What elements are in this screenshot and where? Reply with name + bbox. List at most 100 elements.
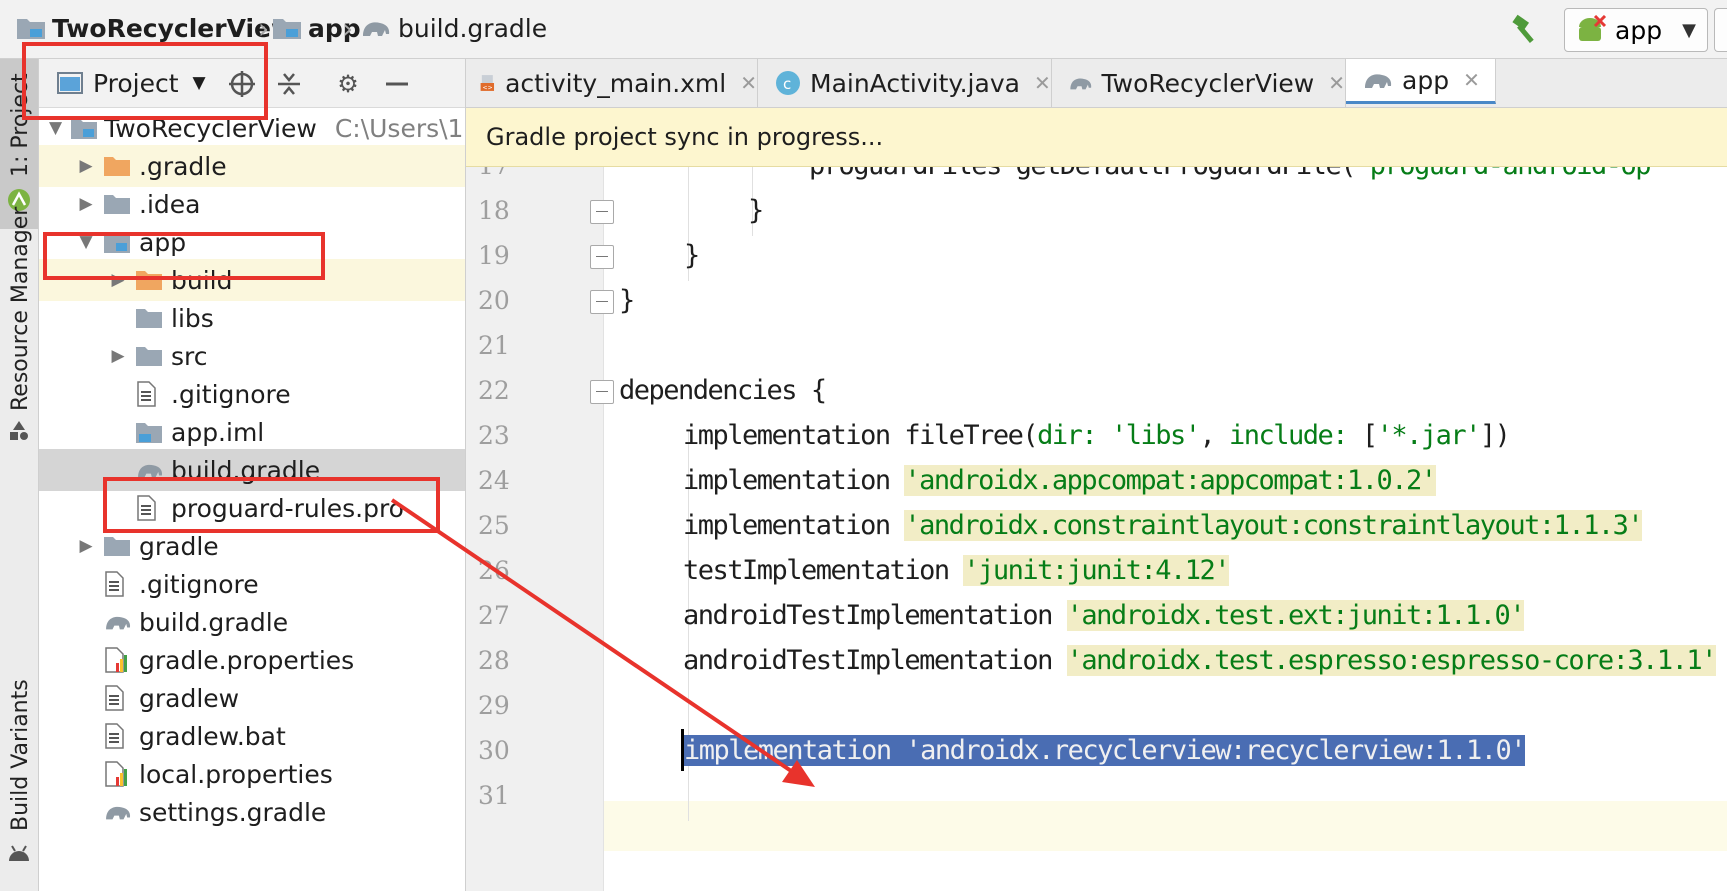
close-icon[interactable]: ✕	[1463, 68, 1480, 92]
code-text: ])	[1479, 419, 1511, 451]
folder-icon	[103, 532, 133, 560]
collapse-all-icon[interactable]	[276, 71, 302, 97]
tab-label: MainActivity.java	[810, 68, 1020, 98]
tab-label: TwoRecyclerView	[1101, 68, 1315, 98]
tree-item-label: local.properties	[139, 759, 333, 789]
svg-text:<>: <>	[482, 85, 492, 92]
fold-marker-icon[interactable]	[590, 200, 614, 224]
resource-manager-icon	[10, 421, 28, 440]
collapsed-arrow-icon[interactable]: ▶	[77, 536, 95, 556]
hide-panel-icon[interactable]	[384, 71, 410, 97]
breadcrumb-file[interactable]: build.gradle	[360, 8, 547, 48]
tree-item-label: build.gradle	[139, 607, 289, 637]
code-text: }	[619, 284, 635, 316]
gradle-elephant-icon	[1365, 74, 1392, 88]
fold-marker-icon[interactable]	[590, 380, 614, 404]
resource-manager-tab[interactable]: Resource Manager	[8, 207, 33, 411]
annotation-box-build-gradle	[103, 477, 440, 533]
code-line-28: androidTestImplementation 'androidx.test…	[683, 635, 1717, 685]
code-text: implementation	[683, 464, 891, 496]
code-line-19: }	[684, 230, 700, 280]
run-configuration-label: app	[1615, 15, 1663, 45]
device-selector-edge[interactable]	[1714, 8, 1727, 52]
tab-main-activity-java[interactable]: c MainActivity.java ✕	[758, 59, 1052, 107]
tree-item-label: gradlew	[139, 683, 240, 713]
code-text: androidTestImplementation	[683, 644, 1053, 676]
code-text: ,	[1199, 419, 1215, 451]
code-text: androidTestImplementation	[683, 599, 1053, 631]
xml-file-icon: <>	[480, 75, 495, 92]
line-number: 21	[478, 330, 510, 360]
code-line-22: dependencies {	[619, 365, 827, 415]
gradle-sync-message: Gradle project sync in progress...	[486, 123, 884, 151]
text-file-icon	[135, 380, 165, 408]
code-string: 'proguard-android-op	[1355, 166, 1652, 181]
collapsed-arrow-icon[interactable]: ▶	[77, 156, 95, 176]
tree-item-label: app.iml	[171, 417, 265, 447]
code-text: }	[748, 194, 764, 226]
tree-item-src-dir[interactable]: ▶ src	[39, 335, 465, 377]
selected-code-text: implementation 'androidx.recyclerview:re…	[684, 734, 1527, 766]
tab-app-build-gradle[interactable]: app ✕	[1346, 59, 1496, 104]
tree-item-gradle-dir[interactable]: ▶ .gradle	[39, 145, 465, 187]
line-number: 22	[478, 375, 510, 405]
fold-marker-icon[interactable]	[590, 290, 614, 314]
close-icon[interactable]: ✕	[1034, 71, 1051, 95]
tree-item-libs-dir[interactable]: libs	[39, 297, 465, 339]
line-number: 24	[478, 465, 510, 495]
code-text: testImplementation	[683, 554, 950, 586]
tab-project-build-gradle[interactable]: TwoRecyclerView ✕	[1052, 59, 1346, 107]
module-folder-icon	[273, 19, 301, 39]
build-variants-tab[interactable]: Build Variants	[8, 679, 33, 831]
annotation-box-app-module	[43, 232, 325, 280]
tree-item-label: .gitignore	[139, 569, 259, 599]
tree-item-gradlew-bat[interactable]: gradlew.bat	[39, 715, 465, 757]
code-editor[interactable]: 17 18 19 20 21 22 23 24 25 26 27 28 29 3…	[466, 166, 1727, 891]
settings-gear-icon[interactable]: ⚙	[335, 70, 361, 98]
tree-item-local-properties[interactable]: local.properties	[39, 753, 465, 795]
code-line-25: implementation 'androidx.constraintlayou…	[683, 500, 1644, 550]
line-number: 23	[478, 420, 510, 450]
make-project-hammer-icon[interactable]	[1508, 12, 1544, 48]
project-path: C:\Users\12	[334, 113, 466, 143]
collapsed-arrow-icon[interactable]: ▶	[109, 346, 127, 366]
tree-item-root-build-gradle[interactable]: build.gradle	[39, 601, 465, 643]
fold-marker-icon[interactable]	[590, 245, 614, 269]
line-number: 31	[478, 780, 510, 810]
code-string: 'androidx.test.ext:junit:1.1.0'	[1066, 599, 1526, 631]
android-app-icon	[1579, 15, 1607, 41]
editor-tab-bar: <> activity_main.xml ✕ c MainActivity.ja…	[466, 59, 1727, 108]
tree-item-app-iml[interactable]: app.iml	[39, 411, 465, 453]
current-line-highlight	[604, 801, 1727, 851]
build-variants-android-icon	[9, 845, 29, 861]
tab-label: activity_main.xml	[505, 68, 727, 98]
code-line-18: }	[748, 185, 764, 235]
folder-icon	[103, 190, 133, 218]
tree-item-settings-gradle[interactable]: settings.gradle	[39, 791, 465, 833]
code-string: 'androidx.test.espresso:espresso-core:3.…	[1066, 644, 1717, 676]
close-icon[interactable]: ✕	[1328, 71, 1345, 95]
close-icon[interactable]: ✕	[740, 71, 757, 95]
tree-item-label: .gitignore	[171, 379, 291, 409]
line-number: 28	[478, 645, 510, 675]
tree-item-label: gradle	[139, 531, 219, 561]
code-string: '*.jar'	[1376, 419, 1482, 451]
breadcrumb-separator: ›	[258, 12, 270, 45]
code-text: implementation	[683, 509, 891, 541]
expanded-arrow-icon[interactable]: ▼	[49, 118, 62, 138]
tree-item-idea-dir[interactable]: ▶ .idea	[39, 183, 465, 225]
code-line-24: implementation 'androidx.appcompat:appco…	[683, 455, 1437, 505]
tab-activity-main-xml[interactable]: <> activity_main.xml ✕	[466, 59, 758, 107]
tree-item-label: gradle.properties	[139, 645, 355, 675]
tree-item-gradle-properties[interactable]: gradle.properties	[39, 639, 465, 681]
svg-text:c: c	[783, 75, 791, 93]
line-number: 26	[478, 555, 510, 585]
tree-item-root-gitignore[interactable]: .gitignore	[39, 563, 465, 605]
project-panel: Project ▼ ⚙ ▼ TwoRecyclerView C:\Users\1…	[39, 59, 466, 891]
collapsed-arrow-icon[interactable]: ▶	[77, 194, 95, 214]
tree-item-app-gitignore[interactable]: .gitignore	[39, 373, 465, 415]
tree-item-gradlew[interactable]: gradlew	[39, 677, 465, 719]
line-number: 29	[478, 690, 510, 720]
tree-item-label: libs	[171, 303, 214, 333]
run-configuration-selector[interactable]: app ▼	[1564, 8, 1708, 52]
